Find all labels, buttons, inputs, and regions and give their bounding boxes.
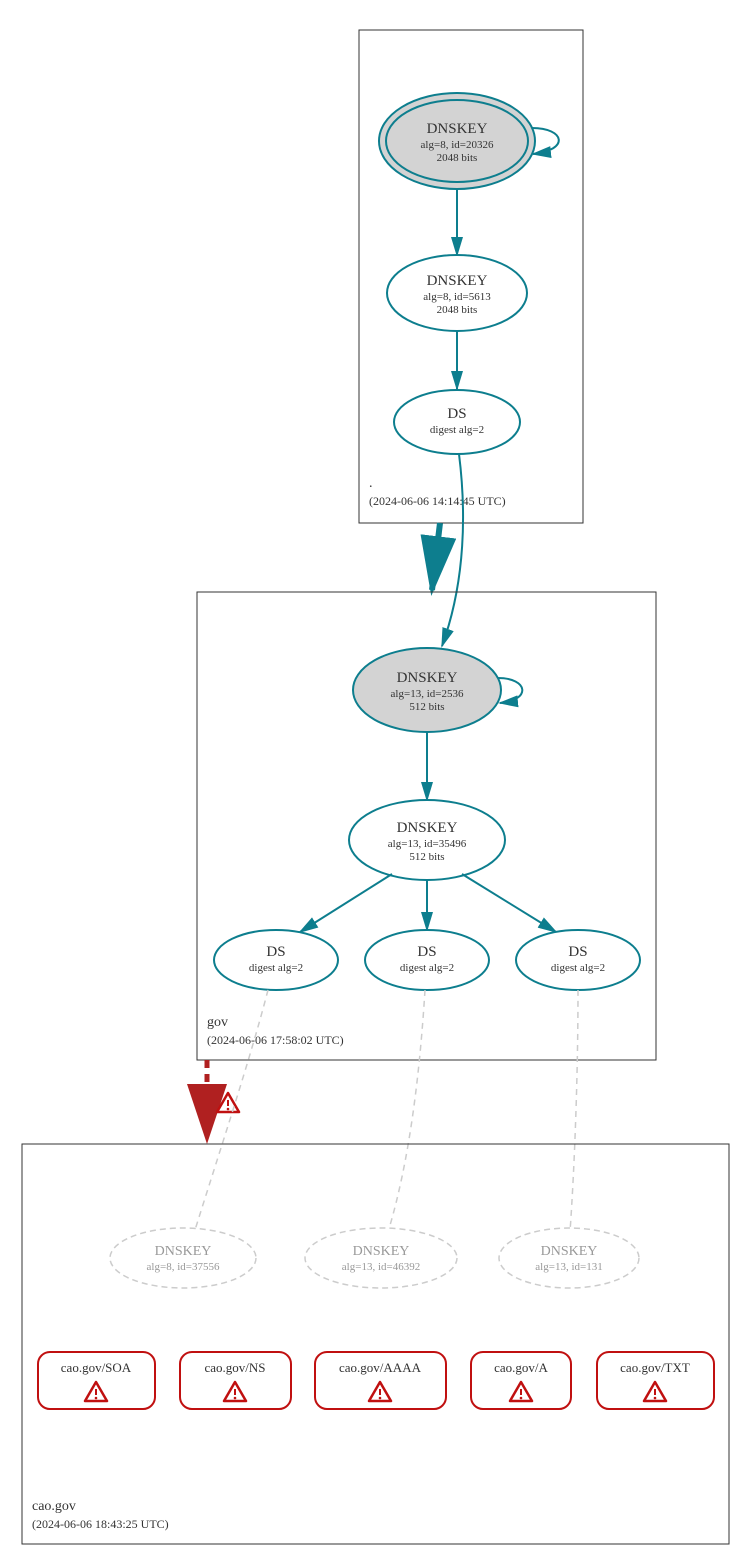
root-zsk-bits: 2048 bits xyxy=(437,304,478,316)
zone-root-name: . xyxy=(369,476,373,491)
gov-ds2-title: DS xyxy=(417,944,436,960)
record-aaaa-label: cao.gov/AAAA xyxy=(339,1360,422,1375)
edge-root-to-gov-box xyxy=(432,523,440,590)
record-ns-label: cao.gov/NS xyxy=(204,1360,265,1375)
root-ksk-alg: alg=8, id=20326 xyxy=(421,139,494,151)
record-txt-label: cao.gov/TXT xyxy=(620,1360,690,1375)
gov-ds1-title: DS xyxy=(266,944,285,960)
edge-ds3-caokey3 xyxy=(570,990,578,1232)
cao-key3-alg: alg=13, id=131 xyxy=(535,1261,602,1273)
root-ksk-title: DNSKEY xyxy=(427,121,488,137)
gov-zsk-alg: alg=13, id=35496 xyxy=(388,838,467,850)
gov-zsk-title: DNSKEY xyxy=(397,820,458,836)
cao-key1-title: DNSKEY xyxy=(155,1244,212,1259)
record-a-label: cao.gov/A xyxy=(494,1360,548,1375)
zone-root-ts: (2024-06-06 14:14:45 UTC) xyxy=(369,494,506,508)
warning-icon xyxy=(217,1093,239,1112)
gov-ds1-digest: digest alg=2 xyxy=(249,962,303,974)
root-ds xyxy=(394,390,520,454)
gov-ds3-digest: digest alg=2 xyxy=(551,962,605,974)
root-ds-title: DS xyxy=(447,406,466,422)
record-soa-label: cao.gov/SOA xyxy=(61,1360,132,1375)
gov-zsk-bits: 512 bits xyxy=(409,851,444,863)
edge-ds2-caokey2 xyxy=(388,990,425,1232)
zone-caogov-name: cao.gov xyxy=(32,1499,76,1514)
root-ksk-bits: 2048 bits xyxy=(437,152,478,164)
gov-ksk-alg: alg=13, id=2536 xyxy=(391,688,464,700)
zone-caogov-box xyxy=(22,1144,729,1544)
cao-key2-alg: alg=13, id=46392 xyxy=(342,1261,420,1273)
gov-ds1 xyxy=(214,930,338,990)
edge-govzsk-ds3 xyxy=(462,874,556,932)
gov-ds3 xyxy=(516,930,640,990)
gov-ds3-title: DS xyxy=(568,944,587,960)
cao-key1-alg: alg=8, id=37556 xyxy=(147,1261,220,1273)
zone-caogov-ts: (2024-06-06 18:43:25 UTC) xyxy=(32,1517,169,1531)
gov-ds2 xyxy=(365,930,489,990)
gov-ds2-digest: digest alg=2 xyxy=(400,962,454,974)
cao-key3-title: DNSKEY xyxy=(541,1244,598,1259)
root-zsk-title: DNSKEY xyxy=(427,273,488,289)
root-ds-digest: digest alg=2 xyxy=(430,424,484,436)
edge-govzsk-ds1 xyxy=(300,874,392,932)
gov-ksk-bits: 512 bits xyxy=(409,701,444,713)
zone-gov-name: gov xyxy=(207,1015,228,1030)
root-ksk-selfloop xyxy=(532,128,559,154)
root-zsk-alg: alg=8, id=5613 xyxy=(423,291,491,303)
edge-rootds-govksk xyxy=(442,454,463,646)
zone-gov-ts: (2024-06-06 17:58:02 UTC) xyxy=(207,1033,344,1047)
cao-key2-title: DNSKEY xyxy=(353,1244,410,1259)
gov-ksk-title: DNSKEY xyxy=(397,670,458,686)
